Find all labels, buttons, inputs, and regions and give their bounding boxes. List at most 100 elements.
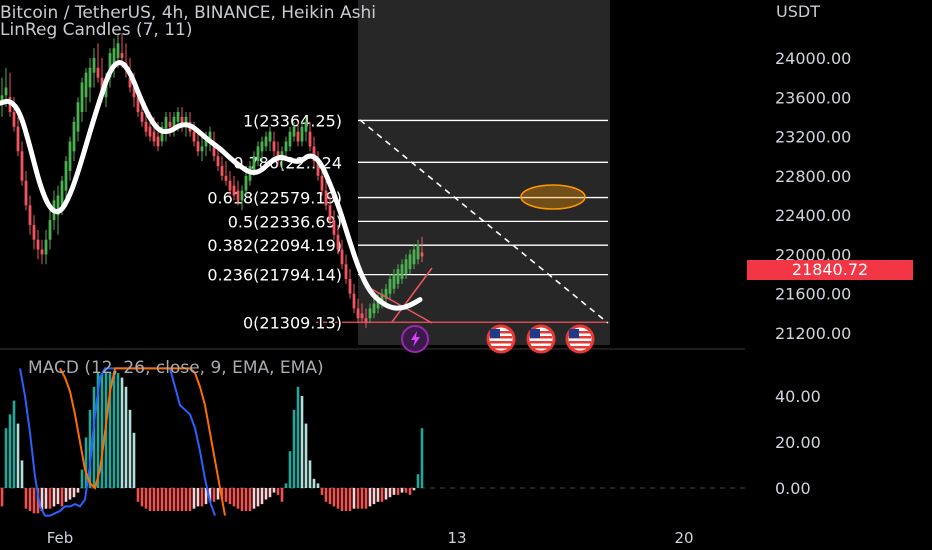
candle-body: [396, 269, 400, 284]
candle-body: [116, 43, 120, 58]
macd-bar: [324, 488, 328, 502]
candle-body: [308, 131, 312, 147]
indicator-label[interactable]: LinReg Candles (7, 11): [0, 20, 193, 40]
candle-body: [192, 131, 196, 142]
candle-body: [404, 259, 408, 275]
candle-body: [40, 249, 44, 255]
macd-bar: [252, 488, 256, 509]
candle-body: [420, 252, 424, 257]
macd-bar: [216, 488, 220, 500]
candle-body: [36, 239, 40, 250]
price-tick-label: 24000.00: [775, 49, 851, 68]
candle-body: [264, 136, 268, 147]
macd-bar: [192, 488, 196, 509]
macd-bar: [4, 428, 8, 488]
macd-bar: [344, 488, 348, 511]
candle-body: [28, 205, 32, 225]
macd-bar: [52, 488, 56, 507]
candle-body: [88, 67, 92, 88]
time-tick-label: Feb: [47, 529, 74, 547]
macd-bar: [380, 488, 384, 502]
macd-bar: [164, 488, 168, 511]
candle-body: [236, 190, 240, 201]
macd-bar: [148, 488, 152, 511]
macd-bar: [396, 488, 400, 495]
macd-bar: [64, 488, 68, 502]
macd-bar: [412, 488, 416, 491]
macd-indicator-label[interactable]: MACD (12, 26, close, 9, EMA, EMA): [28, 358, 324, 378]
macd-bar: [180, 488, 184, 511]
macd-bar: [332, 488, 336, 507]
candle-body: [244, 175, 248, 191]
macd-bar: [80, 469, 84, 488]
candle-body: [152, 131, 156, 142]
macd-bar: [68, 488, 72, 500]
macd-bar: [360, 488, 364, 509]
fib-label: 0.236(21794.14): [207, 266, 342, 285]
macd-bar: [200, 488, 204, 507]
flag-canton: [569, 329, 579, 338]
macd-bar: [128, 409, 132, 488]
macd-bar: [120, 377, 124, 488]
macd-bar: [248, 488, 252, 511]
candle-body: [96, 67, 100, 78]
macd-bar: [264, 488, 268, 500]
candle-body: [140, 112, 144, 122]
fib-label: 0.382(22094.19): [207, 236, 342, 255]
macd-bar: [296, 386, 300, 488]
candle-body: [260, 141, 264, 152]
candle-body: [168, 121, 172, 127]
candle-body: [296, 131, 300, 142]
macd-bar: [232, 488, 236, 507]
macd-bar: [300, 396, 304, 488]
macd-bar: [388, 488, 392, 498]
candle-body: [4, 87, 8, 96]
macd-bar: [100, 373, 104, 488]
candle-body: [64, 161, 68, 191]
macd-bar: [312, 478, 316, 488]
flag-stripe: [569, 346, 591, 349]
macd-bar: [176, 488, 180, 511]
macd-tick-label: 0.00: [775, 479, 811, 498]
macd-bar: [76, 488, 80, 493]
macd-bar: [268, 488, 272, 498]
candle-body: [284, 141, 288, 152]
price-axis: 24000.00 23600.00 23200.00 22800.00 22400.00…: [775, 49, 851, 343]
macd-bar: [376, 488, 380, 502]
candle-body: [76, 102, 80, 132]
candle-body: [400, 264, 404, 279]
candle-body: [292, 126, 296, 137]
macd-bar: [392, 488, 396, 495]
macd-bar: [72, 488, 76, 498]
candle-body: [72, 121, 76, 152]
macd-bar: [372, 488, 376, 505]
candle-body: [320, 175, 324, 191]
candle-body: [196, 141, 200, 152]
candle-body: [232, 185, 236, 196]
candle-body: [348, 278, 352, 294]
macd-bar: [292, 409, 296, 488]
macd-bar: [56, 488, 60, 505]
candle-body: [332, 220, 336, 235]
projection-zone: [358, 0, 610, 345]
macd-bar: [60, 488, 64, 507]
candle-body: [344, 264, 348, 279]
candle-body: [336, 234, 340, 250]
flag-stripe: [490, 341, 512, 344]
candle-body: [408, 254, 412, 270]
macd-bar: [44, 488, 48, 509]
candle-body: [368, 308, 372, 319]
candle-body: [216, 156, 220, 167]
candle-body: [360, 313, 364, 319]
candle-body: [252, 156, 256, 171]
macd-bar: [368, 488, 372, 507]
macd-bar: [224, 488, 228, 502]
candle-body: [32, 224, 36, 240]
macd-bar: [144, 488, 148, 509]
macd-axis: 40.00 20.00 0.00: [775, 387, 821, 498]
candle-body: [364, 318, 368, 324]
candle-body: [416, 244, 420, 260]
macd-bar: [384, 488, 388, 500]
macd-bar: [136, 488, 140, 502]
price-tick-label: 22800.00: [775, 167, 851, 186]
